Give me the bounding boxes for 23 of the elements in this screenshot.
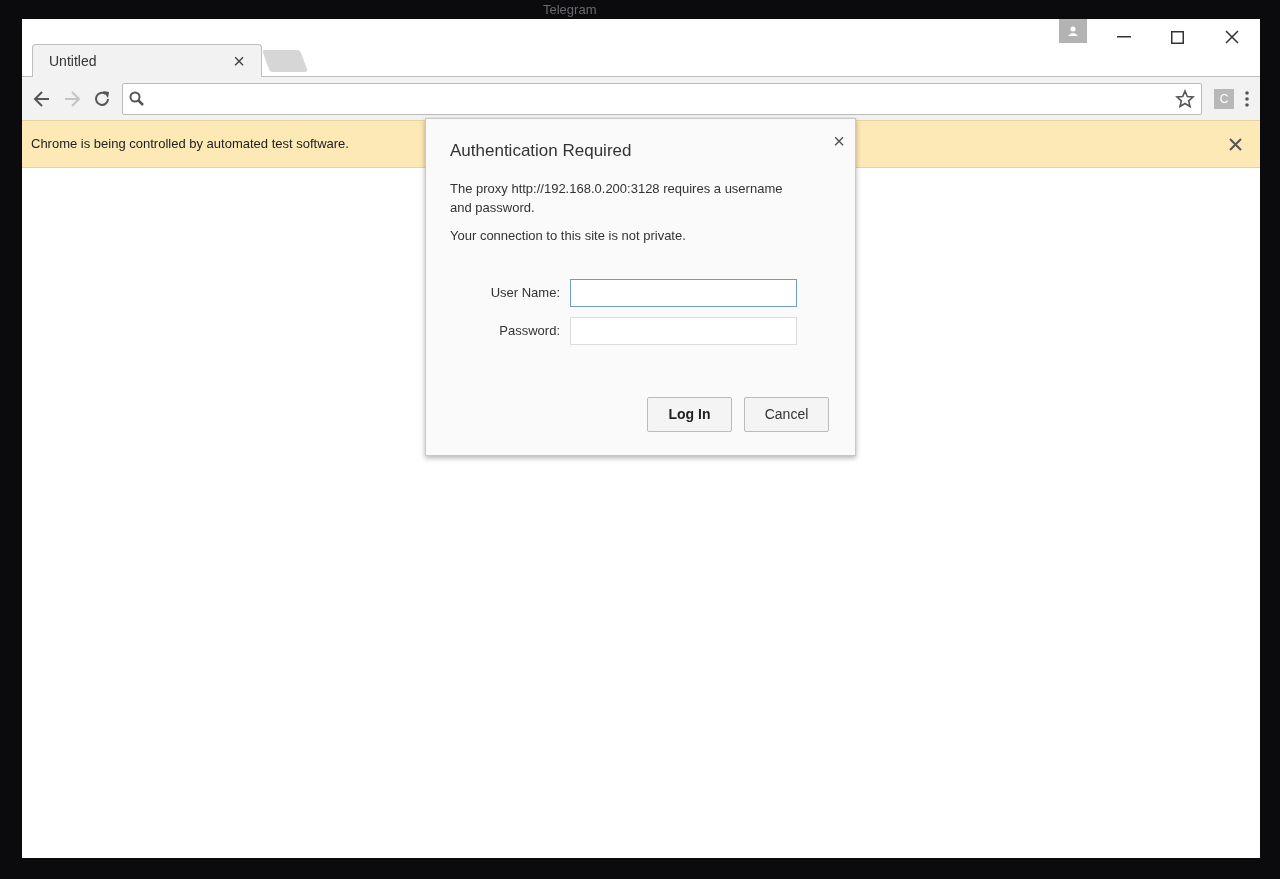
dialog-message: The proxy http://192.168.0.200:3128 requires a username and password. [450,179,784,217]
close-icon[interactable] [1229,137,1242,151]
star-icon[interactable] [1175,88,1195,109]
maximize-icon[interactable] [1171,31,1184,44]
cancel-button[interactable]: Cancel [744,397,829,432]
infobar-message: Chrome is being controlled by automated test software. [31,135,349,154]
back-icon[interactable] [32,88,52,109]
close-button[interactable]: × [833,131,845,151]
close-icon[interactable] [1225,30,1239,44]
app-title: Telegram [543,1,597,19]
field-label: Password: [498,322,560,341]
reload-icon[interactable] [92,88,112,109]
input-field[interactable] [570,279,797,307]
browser-tab[interactable]: Untitled × [32,44,262,77]
login-button[interactable]: Log In [647,397,732,432]
search-icon [129,90,145,107]
tab-title: Untitled [49,51,97,71]
minimize-icon[interactable] [1117,36,1131,38]
tab-close-button[interactable]: × [233,51,245,71]
field-label: User Name: [489,284,560,303]
dialog-title: Authentication Required [450,140,632,162]
menu-icon[interactable] [1244,89,1250,108]
dialog-note: Your connection to this site is not private. [450,226,687,245]
